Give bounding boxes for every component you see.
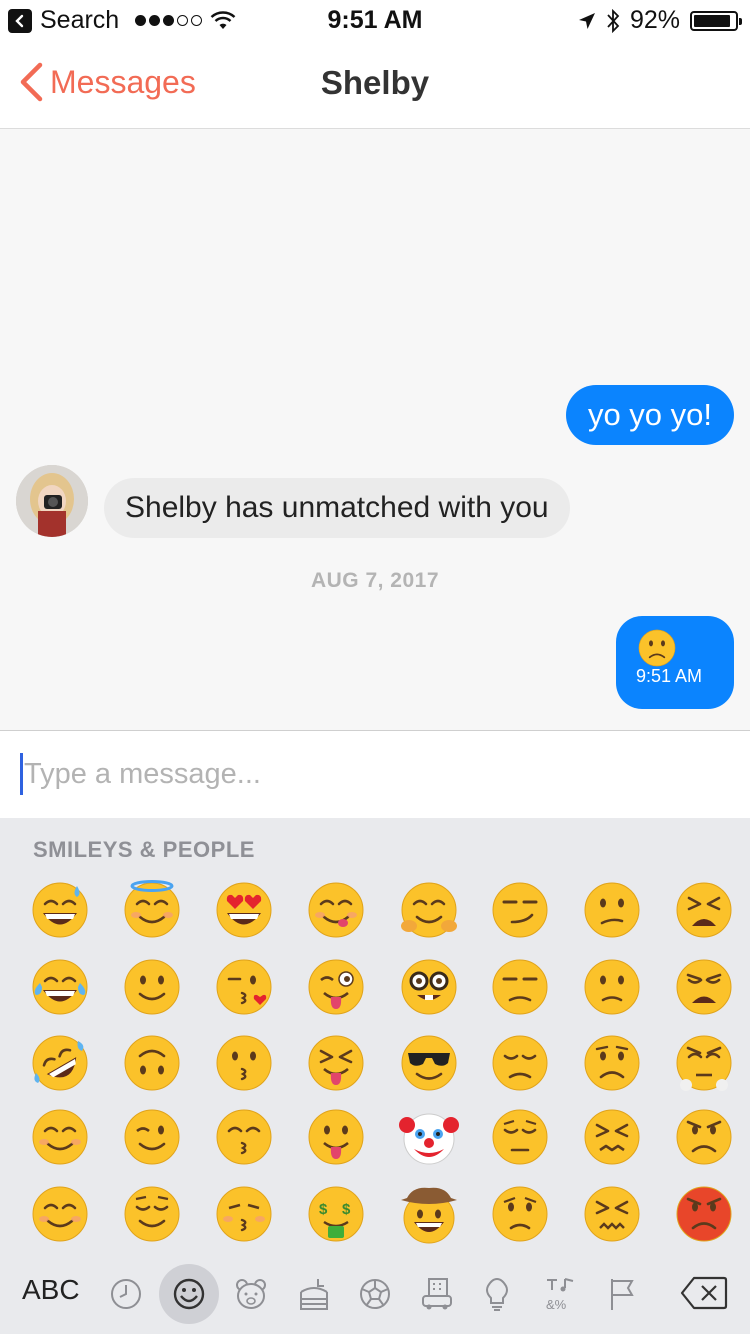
money-mouth-emoji[interactable]: $ $ (306, 1184, 366, 1244)
sunglasses-emoji[interactable] (399, 1033, 459, 1093)
smileys-icon[interactable] (171, 1276, 207, 1312)
unamused-emoji[interactable] (490, 957, 550, 1017)
yum-emoji[interactable] (306, 880, 366, 940)
conversation-title: Shelby (320, 64, 430, 101)
frowning-emoji[interactable] (582, 1033, 642, 1093)
symbols-icon[interactable]: &% (543, 1276, 579, 1312)
angry-emoji[interactable] (674, 1107, 734, 1167)
date-separator: AUG 7, 2017 (310, 569, 440, 592)
disappointed-emoji[interactable] (490, 1033, 550, 1093)
slight-smile-emoji[interactable] (122, 957, 182, 1017)
pensive-emoji[interactable] (490, 1107, 550, 1167)
rage-emoji[interactable] (674, 1184, 734, 1244)
emoji-category-title: SMILEYS & PEOPLE (33, 837, 255, 862)
confused-emoji[interactable] (582, 880, 642, 940)
flags-icon[interactable] (604, 1276, 640, 1312)
outgoing-emoji-bubble[interactable]: 9:51 AM (616, 616, 734, 709)
smiling-blush-emoji[interactable] (30, 1184, 90, 1244)
svg-text:$: $ (342, 1201, 351, 1218)
grinning-sweat-emoji[interactable] (30, 880, 90, 940)
activity-icon[interactable] (357, 1276, 393, 1312)
battery-icon (690, 10, 742, 31)
tongue-emoji[interactable] (306, 1107, 366, 1167)
persevere-emoji[interactable] (582, 1184, 642, 1244)
squint-tongue-emoji[interactable] (306, 1033, 366, 1093)
relieved-emoji[interactable] (122, 1184, 182, 1244)
clown-emoji[interactable] (399, 1107, 459, 1167)
travel-icon[interactable] (419, 1276, 455, 1312)
nerd-emoji[interactable] (399, 957, 459, 1017)
battery-percent: 92% (629, 6, 680, 34)
weary-emoji[interactable] (674, 957, 734, 1017)
delete-key[interactable] (680, 1276, 728, 1310)
wink-emoji[interactable] (122, 1107, 182, 1167)
message-composer (0, 730, 750, 819)
slight-frown-emoji[interactable] (582, 957, 642, 1017)
nav-bar: Messages Shelby (0, 40, 750, 129)
rofl-emoji[interactable] (30, 1033, 90, 1093)
confounded-emoji[interactable] (582, 1107, 642, 1167)
blush-emoji[interactable] (30, 1107, 90, 1167)
animals-icon[interactable] (233, 1276, 269, 1312)
abc-keyboard-button[interactable]: ABC (22, 1274, 80, 1306)
kissing-emoji[interactable] (214, 1033, 274, 1093)
smiling-halo-emoji[interactable] (122, 880, 182, 940)
wink-tongue-emoji[interactable] (306, 957, 366, 1017)
heart-eyes-emoji[interactable] (214, 880, 274, 940)
emoji-keyboard: SMILEYS & PEOPLE $ $ ABC &% (0, 818, 750, 1334)
food-icon[interactable] (296, 1276, 332, 1312)
svg-text:$: $ (319, 1201, 328, 1218)
status-right: 92% (578, 6, 742, 35)
outgoing-message-bubble[interactable]: yo yo yo! (565, 385, 734, 445)
upside-down-emoji[interactable] (122, 1033, 182, 1093)
triumph-emoji[interactable] (674, 1033, 734, 1093)
cowboy-emoji[interactable] (399, 1184, 459, 1244)
joy-tears-emoji[interactable] (30, 957, 90, 1017)
smirk-emoji[interactable] (490, 880, 550, 940)
bluetooth-icon (607, 8, 620, 33)
keyboard-toolbar: ABC &% (0, 1258, 750, 1328)
kissing-closed-eyes-emoji[interactable] (214, 1184, 274, 1244)
status-bar: Search 9:51 AM 92% (0, 0, 750, 40)
objects-icon[interactable] (479, 1276, 515, 1312)
svg-text:&%: &% (546, 1297, 567, 1312)
worried-emoji[interactable] (490, 1184, 550, 1244)
incoming-message-bubble[interactable]: Shelby has unmatched with you (104, 478, 570, 538)
message-timestamp: 9:51 AM (636, 666, 703, 686)
recent-icon[interactable] (108, 1276, 144, 1312)
kissing-smiling-eyes-emoji[interactable] (214, 1107, 274, 1167)
kissing-heart-emoji[interactable] (214, 957, 274, 1017)
conversation-thread[interactable]: yo yo yo! Shelby has unmatched with you … (0, 129, 750, 730)
avatar[interactable] (16, 465, 88, 537)
hugging-emoji[interactable] (399, 880, 459, 940)
location-arrow-icon (578, 12, 595, 29)
tired-emoji[interactable] (674, 880, 734, 940)
message-input[interactable] (20, 751, 726, 797)
